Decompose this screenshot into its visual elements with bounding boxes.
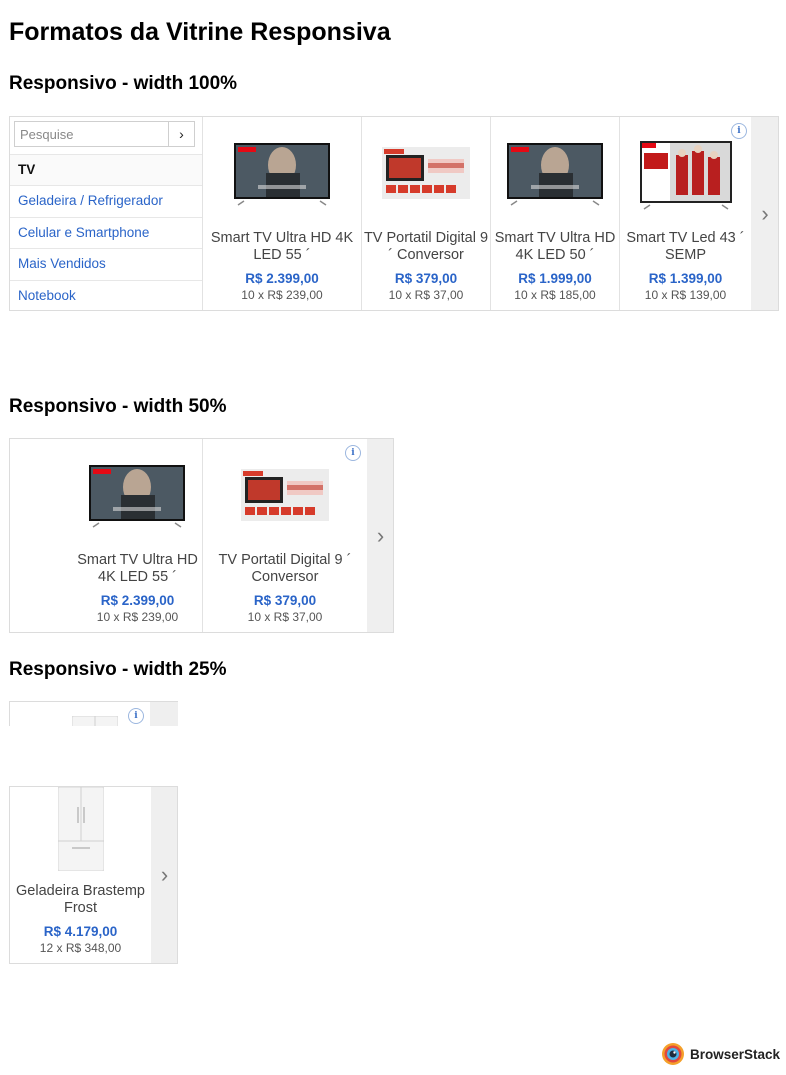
info-icon[interactable]: i [128,708,144,724]
info-icon[interactable]: i [345,445,361,461]
product-installments: 10 x R$ 139,00 [644,288,727,302]
product-installments: 10 x R$ 37,00 [247,610,323,624]
next-arrow-button[interactable]: › [367,439,393,632]
category-item-tv[interactable]: TV [10,154,202,185]
product-card[interactable]: i TV Portatil Digital 9 ´ Conversor R$ 3… [202,439,367,632]
product-image [639,141,732,210]
product-image [57,787,104,871]
product-name: Smart TV Led 43 ´ SEMP [626,230,745,263]
product-name: Smart TV Ultra HD 4K LED 50 ´ [494,230,616,263]
product-card[interactable]: Smart TV Ultra HD 4K LED 55 ´ R$ 2.399,0… [10,439,202,632]
category-item-notebook[interactable]: Notebook [10,280,202,310]
category-sidebar: › TV Geladeira / Refrigerador Celular e … [10,117,203,310]
product-price: R$ 2.399,00 [245,271,319,286]
product-name: Smart TV Ultra HD 4K LED 55 ´ [77,552,198,585]
vitrine-25-strip: i [9,701,178,726]
product-image [72,716,118,726]
section-title-100: Responsivo - width 100% [9,73,238,94]
product-image [382,147,470,199]
product-installments: 10 x R$ 37,00 [388,288,464,302]
search-input[interactable] [15,122,169,146]
product-card[interactable]: TV Portatil Digital 9 ´ Conversor R$ 379… [361,117,490,310]
product-card[interactable]: Smart TV Ultra HD 4K LED 50 ´ R$ 1.999,0… [490,117,619,310]
product-installments: 10 x R$ 185,00 [514,288,596,302]
product-card[interactable]: i Smart TV Led 43 ´ SEMP R$ 1.399,00 10 … [619,117,751,310]
search-box: › [14,121,195,147]
product-name: Smart TV Ultra HD 4K LED 55 ´ [210,230,354,263]
next-arrow-strip [150,702,178,726]
product-price: R$ 379,00 [394,271,458,286]
browserstack-logo-icon [662,1043,684,1065]
product-card[interactable]: Geladeira Brastemp Frost R$ 4.179,00 12 … [10,787,151,963]
vitrine-50: Smart TV Ultra HD 4K LED 55 ´ R$ 2.399,0… [9,438,394,633]
product-price: R$ 1.399,00 [648,271,723,286]
info-icon[interactable]: i [731,123,747,139]
product-price: R$ 4.179,00 [43,924,118,939]
product-image [241,469,329,521]
category-item-celular[interactable]: Celular e Smartphone [10,217,202,248]
vitrine-100: › TV Geladeira / Refrigerador Celular e … [9,116,779,311]
next-arrow-button[interactable]: › [751,117,778,310]
section-title-25: Responsivo - width 25% [9,659,227,680]
product-card[interactable]: Smart TV Ultra HD 4K LED 55 ´ R$ 2.399,0… [202,117,361,310]
category-item-mais-vendidos[interactable]: Mais Vendidos [10,248,202,279]
product-image [234,143,330,206]
product-image [507,143,603,206]
browserstack-label: BrowserStack [690,1046,781,1062]
product-name: TV Portatil Digital 9 ´ Conversor [363,230,489,263]
category-item-geladeira[interactable]: Geladeira / Refrigerador [10,185,202,216]
product-installments: 10 x R$ 239,00 [241,288,323,302]
product-name: Geladeira Brastemp Frost [16,883,145,916]
product-image [89,465,185,528]
product-installments: 12 x R$ 348,00 [39,941,122,955]
product-price: R$ 2.399,00 [100,593,175,608]
vitrine-25: Geladeira Brastemp Frost R$ 4.179,00 12 … [9,786,178,964]
search-button[interactable]: › [168,122,194,146]
product-name: TV Portatil Digital 9 ´ Conversor [218,552,352,585]
product-price: R$ 1.999,00 [518,271,592,286]
product-price: R$ 379,00 [253,593,317,608]
page-title: Formatos da Vitrine Responsiva [9,18,391,46]
next-arrow-button[interactable]: › [151,787,177,963]
section-title-50: Responsivo - width 50% [9,396,227,417]
product-installments: 10 x R$ 239,00 [96,610,179,624]
browserstack-watermark: BrowserStack [661,1042,780,1066]
